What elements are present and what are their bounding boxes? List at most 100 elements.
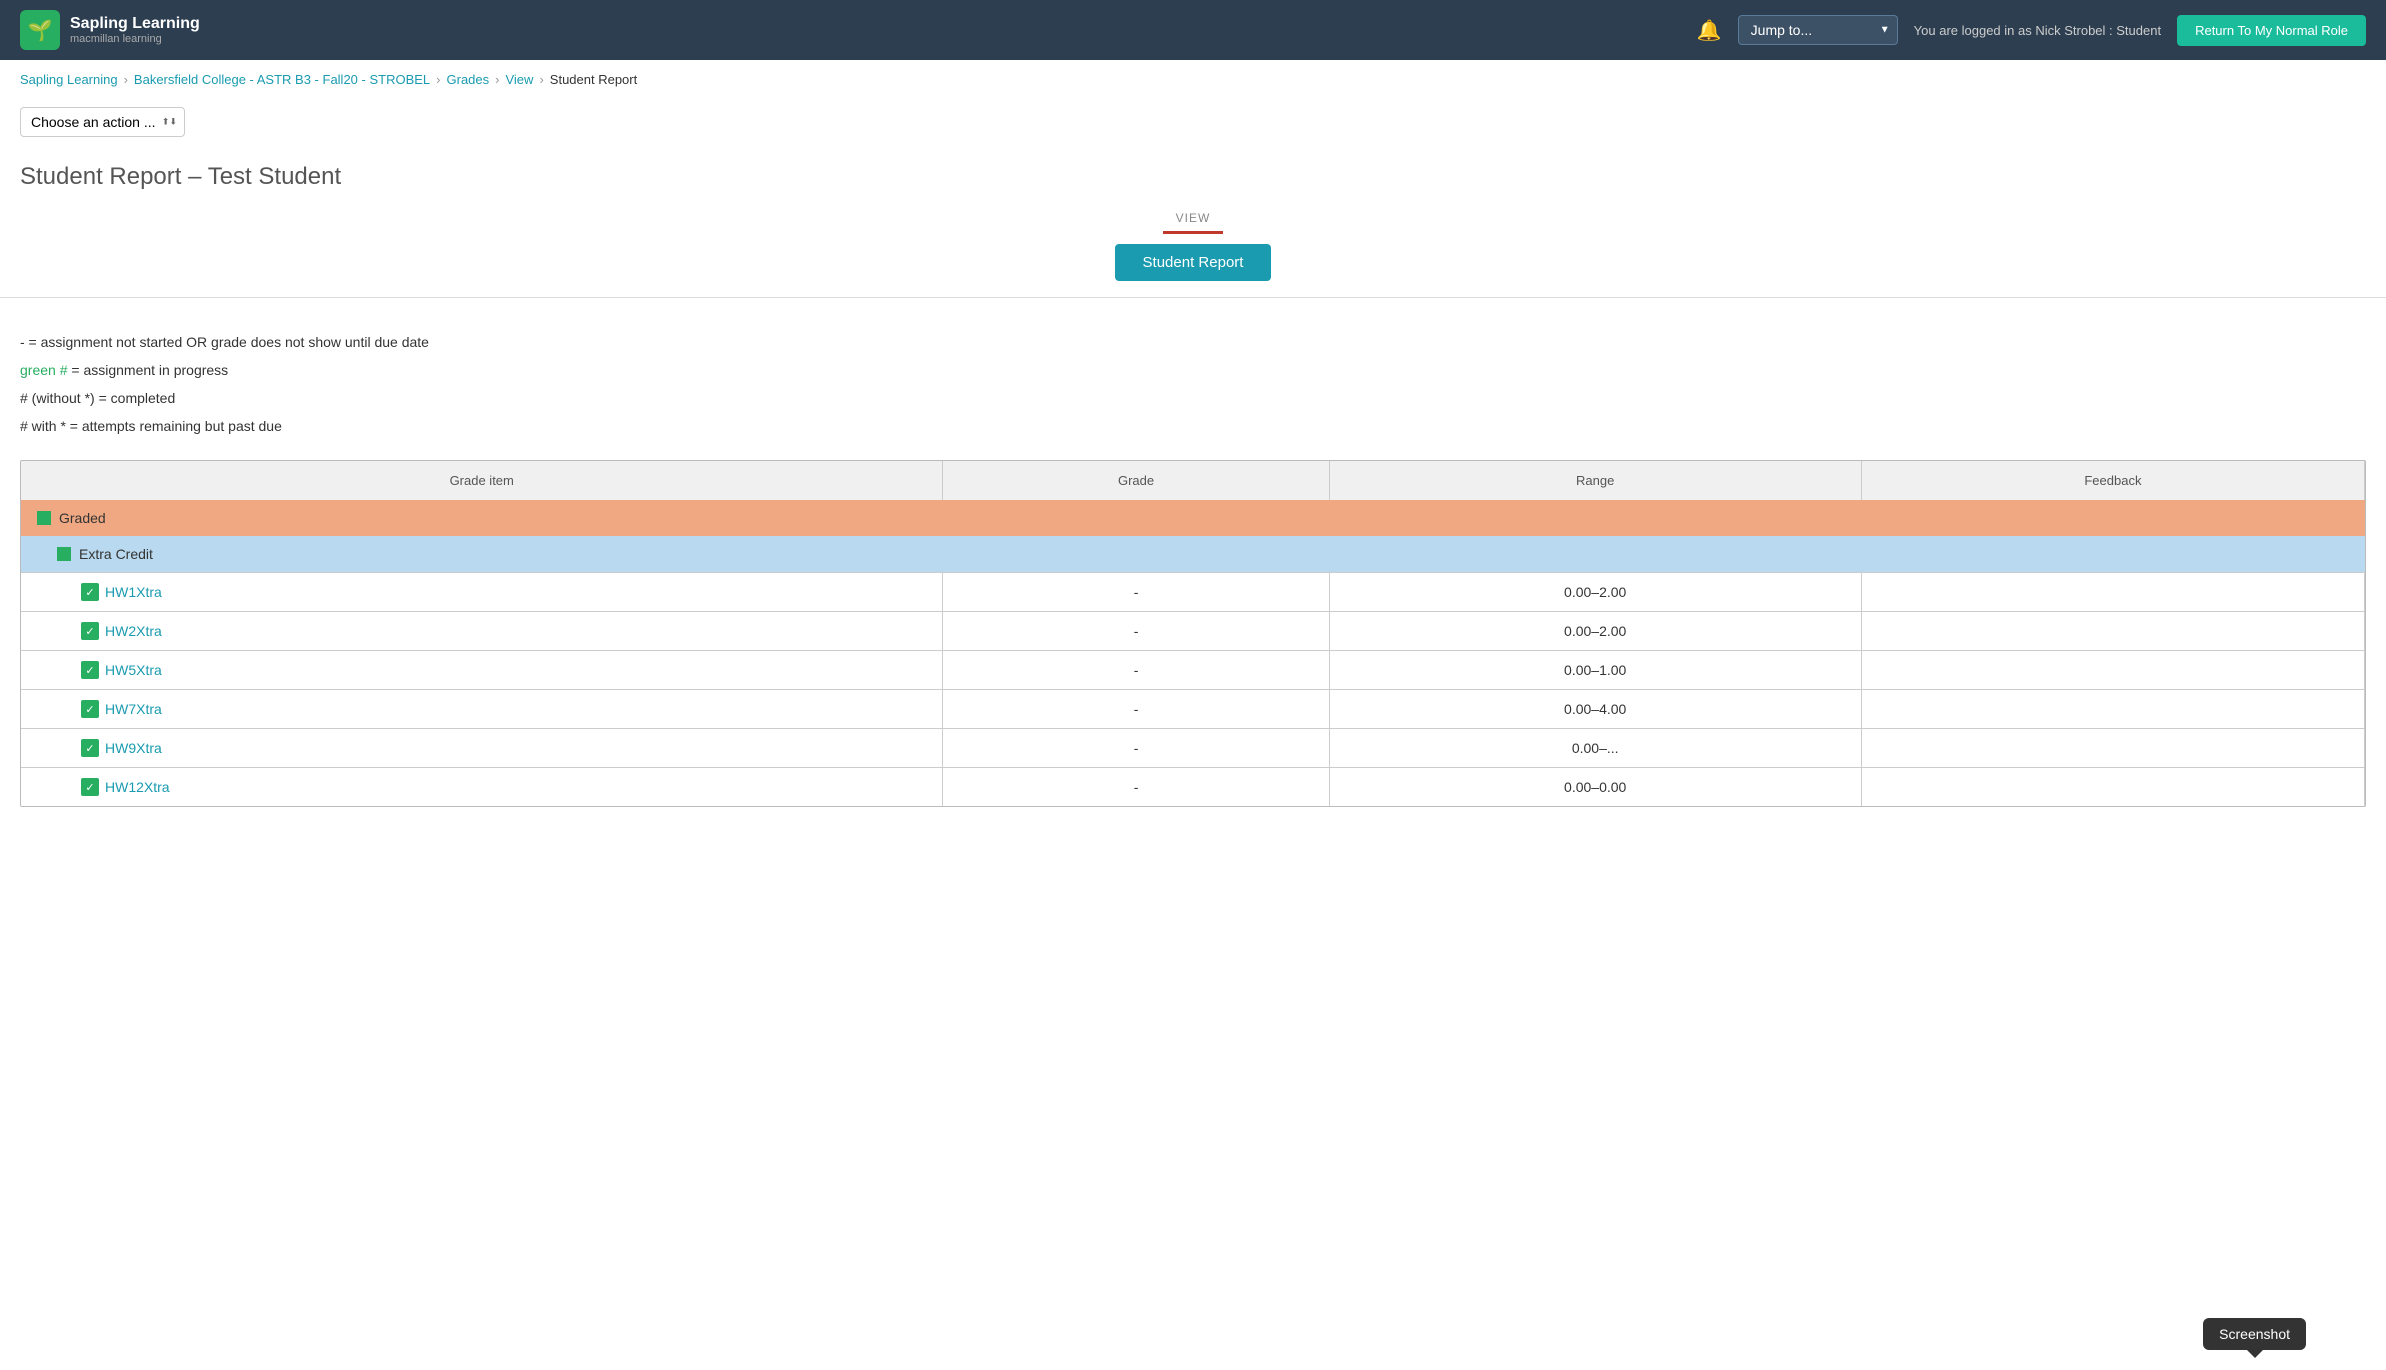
item-feedback-cell [1861, 768, 2364, 807]
grade-table: Grade item Grade Range Feedback Graded [21, 461, 2365, 806]
table-body: Graded Extra Credit ✓ HW1Xtra [21, 500, 2365, 806]
grade-table-container: Grade item Grade Range Feedback Graded [20, 460, 2366, 807]
item-range-cell: 0.00–1.00 [1329, 651, 1861, 690]
category-graded-cell: Graded [21, 500, 2365, 536]
check-icon: ✓ [81, 739, 99, 757]
page-title-main: Student Report [20, 163, 181, 190]
logo-text: Sapling Learning macmillan learning [70, 15, 200, 45]
item-link-hw7xtra[interactable]: ✓ HW7Xtra [81, 700, 926, 718]
item-label: HW1Xtra [105, 584, 162, 600]
item-link-hw1xtra[interactable]: ✓ HW1Xtra [81, 583, 926, 601]
table-row: ✓ HW2Xtra - 0.00–2.00 [21, 612, 2365, 651]
item-link-hw12xtra[interactable]: ✓ HW12Xtra [81, 778, 926, 796]
legend-green-text: green # [20, 362, 67, 378]
item-label: HW9Xtra [105, 740, 162, 756]
breadcrumb-sapling[interactable]: Sapling Learning [20, 72, 118, 87]
subcategory-extra-credit-label: Extra Credit [57, 546, 2349, 562]
item-feedback-cell [1861, 612, 2364, 651]
breadcrumb: Sapling Learning › Bakersfield College -… [0, 60, 2386, 99]
breadcrumb-view[interactable]: View [505, 72, 533, 87]
item-name-cell: ✓ HW9Xtra [21, 729, 943, 768]
jump-dropdown-wrapper: Jump to... [1738, 15, 1898, 45]
item-name-cell: ✓ HW12Xtra [21, 768, 943, 807]
item-label: HW2Xtra [105, 623, 162, 639]
breadcrumb-sep-2: › [436, 72, 440, 87]
category-row-graded: Graded [21, 500, 2365, 536]
graded-color-indicator [37, 511, 51, 525]
page-title: Student Report – Test Student [0, 153, 2386, 211]
item-grade-cell: - [943, 612, 1329, 651]
item-grade-cell: - [943, 651, 1329, 690]
breadcrumb-sep-3: › [495, 72, 499, 87]
item-grade-cell: - [943, 729, 1329, 768]
tab-underline [1163, 231, 1223, 234]
extra-credit-color-indicator [57, 547, 71, 561]
col-grade: Grade [943, 461, 1329, 500]
item-range-cell: 0.00–2.00 [1329, 573, 1861, 612]
item-feedback-cell [1861, 690, 2364, 729]
table-row: ✓ HW12Xtra - 0.00–0.00 [21, 768, 2365, 807]
item-label: HW12Xtra [105, 779, 170, 795]
item-link-hw5xtra[interactable]: ✓ HW5Xtra [81, 661, 926, 679]
breadcrumb-grades[interactable]: Grades [447, 72, 490, 87]
item-feedback-cell [1861, 651, 2364, 690]
screenshot-tooltip: Screenshot [2203, 1318, 2306, 1350]
screenshot-tooltip-label: Screenshot [2219, 1326, 2290, 1342]
item-label: HW7Xtra [105, 701, 162, 717]
legend-line-2-suffix: = assignment in progress [67, 362, 228, 378]
item-range-cell: 0.00–4.00 [1329, 690, 1861, 729]
return-to-normal-role-button[interactable]: Return To My Normal Role [2177, 15, 2366, 46]
logo-icon: 🌱 [20, 10, 60, 50]
legend-line-3: # (without *) = completed [20, 384, 2366, 412]
item-label: HW5Xtra [105, 662, 162, 678]
legend-line-2: green # = assignment in progress [20, 356, 2366, 384]
table-header: Grade item Grade Range Feedback [21, 461, 2365, 500]
subcategory-extra-credit-cell: Extra Credit [21, 536, 2365, 573]
item-link-hw2xtra[interactable]: ✓ HW2Xtra [81, 622, 926, 640]
logged-in-text: You are logged in as Nick Strobel : Stud… [1914, 23, 2161, 38]
main-header: 🌱 Sapling Learning macmillan learning 🔔 … [0, 0, 2386, 60]
check-icon: ✓ [81, 583, 99, 601]
item-range-cell: 0.00–2.00 [1329, 612, 1861, 651]
table-row: ✓ HW1Xtra - 0.00–2.00 [21, 573, 2365, 612]
table-row: ✓ HW7Xtra - 0.00–4.00 [21, 690, 2365, 729]
check-icon: ✓ [81, 778, 99, 796]
breadcrumb-sep-4: › [539, 72, 543, 87]
check-icon: ✓ [81, 661, 99, 679]
col-grade-item: Grade item [21, 461, 943, 500]
action-wrapper: Choose an action ... [20, 107, 185, 137]
bell-icon[interactable]: 🔔 [1697, 18, 1722, 43]
extra-credit-label-text: Extra Credit [79, 546, 153, 562]
action-dropdown[interactable]: Choose an action ... [20, 107, 185, 137]
page-title-student: Test Student [208, 163, 341, 190]
item-grade-cell: - [943, 573, 1329, 612]
legend: - = assignment not started OR grade does… [0, 318, 2386, 460]
graded-label-text: Graded [59, 510, 106, 526]
item-grade-cell: - [943, 690, 1329, 729]
breadcrumb-current: Student Report [550, 72, 637, 87]
action-bar: Choose an action ... [0, 99, 2386, 153]
tab-section: VIEW Student Report [0, 211, 2386, 298]
page-title-sep: – [188, 163, 208, 190]
category-graded-label: Graded [37, 510, 2349, 526]
view-label: VIEW [0, 211, 2386, 225]
header-right: 🔔 Jump to... You are logged in as Nick S… [1697, 15, 2366, 46]
check-icon: ✓ [81, 700, 99, 718]
item-range-cell: 0.00–0.00 [1329, 768, 1861, 807]
item-range-cell: 0.00–... [1329, 729, 1861, 768]
item-name-cell: ✓ HW5Xtra [21, 651, 943, 690]
student-report-tab[interactable]: Student Report [1115, 244, 1272, 281]
legend-line-4: # with * = attempts remaining but past d… [20, 412, 2366, 440]
col-range: Range [1329, 461, 1861, 500]
legend-line-1: - = assignment not started OR grade does… [20, 328, 2366, 356]
col-feedback: Feedback [1861, 461, 2364, 500]
breadcrumb-sep-1: › [124, 72, 128, 87]
item-name-cell: ✓ HW2Xtra [21, 612, 943, 651]
breadcrumb-course[interactable]: Bakersfield College - ASTR B3 - Fall20 -… [134, 72, 430, 87]
subcategory-row-extra-credit: Extra Credit [21, 536, 2365, 573]
check-icon: ✓ [81, 622, 99, 640]
item-link-hw9xtra[interactable]: ✓ HW9Xtra [81, 739, 926, 757]
logo-main: Sapling Learning [70, 15, 200, 33]
jump-dropdown[interactable]: Jump to... [1738, 15, 1898, 45]
item-name-cell: ✓ HW1Xtra [21, 573, 943, 612]
